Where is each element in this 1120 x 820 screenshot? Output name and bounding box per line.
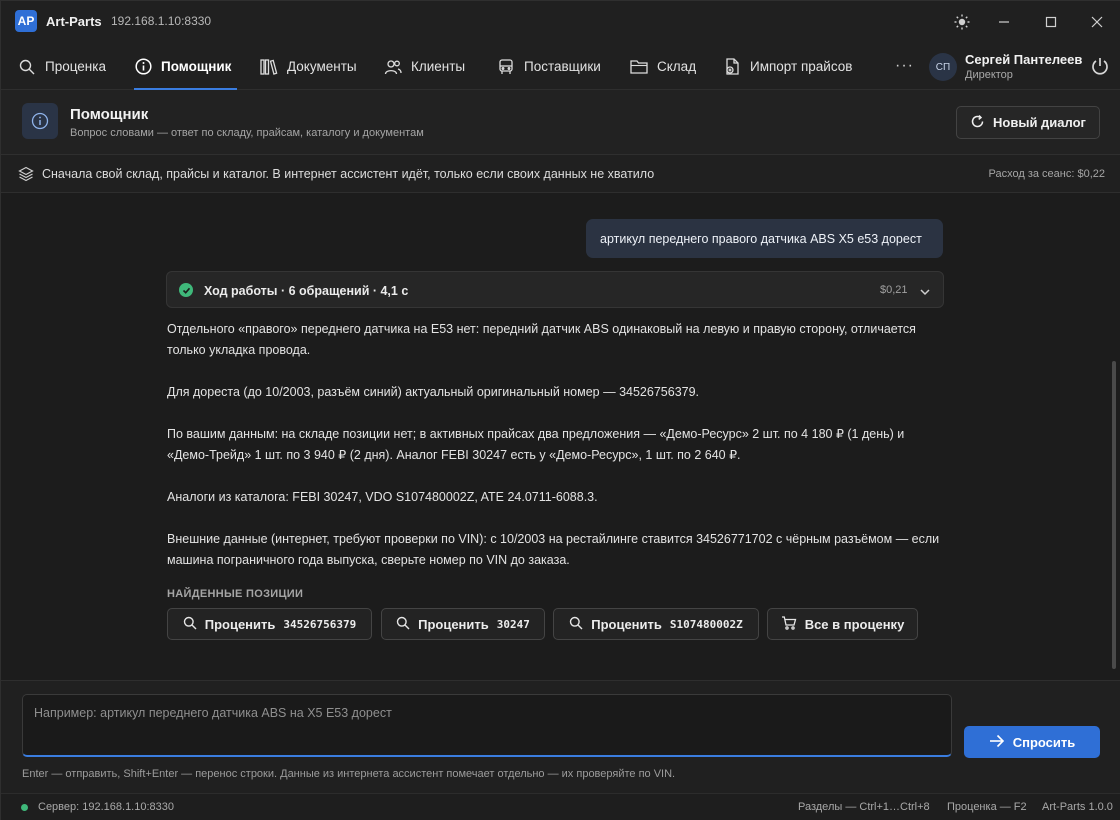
search-icon xyxy=(569,616,583,633)
nav-item-quote[interactable]: Проценка xyxy=(18,43,106,90)
nav-item-label: Поставщики xyxy=(524,59,601,74)
users-icon xyxy=(384,58,402,76)
info-icon xyxy=(22,103,58,139)
user-role: Директор xyxy=(965,69,1013,81)
quote-position-button[interactable]: Проценить S107480002Z xyxy=(553,608,759,640)
quote-position-button[interactable]: Проценить 30247 xyxy=(381,608,545,640)
nav-item-price-import[interactable]: Импорт прайсов xyxy=(723,43,852,90)
info-icon xyxy=(134,58,152,76)
quote-button-label: Проценить xyxy=(591,616,662,632)
nav-item-warehouse[interactable]: Склад xyxy=(630,43,696,90)
ask-button-label: Спросить xyxy=(1012,734,1076,750)
quote-button-label: Проценить xyxy=(418,616,489,632)
books-icon xyxy=(260,58,278,76)
power-icon[interactable] xyxy=(1090,56,1110,76)
app-logo: AP xyxy=(15,10,37,32)
app-host: 192.168.1.10:8330 xyxy=(111,14,212,28)
chevron-down-icon[interactable] xyxy=(919,286,931,298)
session-cost: Расход за сеанс: $0,22 xyxy=(988,168,1105,180)
theme-toggle-icon[interactable] xyxy=(951,11,973,33)
sections-shortcut-hint: Разделы — Ctrl+1…Ctrl+8 xyxy=(798,801,930,813)
file-import-icon xyxy=(723,58,741,76)
close-icon[interactable] xyxy=(1086,11,1108,33)
chat-scrollbar[interactable] xyxy=(1112,361,1116,669)
new-dialog-label: Новый диалог xyxy=(993,115,1086,130)
nav-item-clients[interactable]: Клиенты xyxy=(384,43,465,90)
nav-item-label: Помощник xyxy=(161,59,232,74)
user-name: Сергей Пантелеев xyxy=(965,52,1083,67)
search-icon xyxy=(183,616,197,633)
title-bar: AP Art-Parts 192.168.1.10:8330 xyxy=(1,1,1120,43)
search-icon xyxy=(18,58,36,76)
progress-label: Ход работы · 6 обращений · 4,1 с xyxy=(204,284,409,298)
nav-item-suppliers[interactable]: Поставщики xyxy=(497,43,601,90)
answer-paragraph: Отдельного «правого» переднего датчика н… xyxy=(167,322,916,357)
work-progress-panel[interactable]: Ход работы · 6 обращений · 4,1 с $0,21 xyxy=(166,271,944,308)
all-to-quote-label: Все в проценку xyxy=(804,616,905,632)
search-icon xyxy=(396,616,410,633)
truck-icon xyxy=(497,58,515,76)
quote-shortcut-hint: Проценка — F2 xyxy=(947,801,1027,813)
input-hint: Enter — отправить, Shift+Enter — перенос… xyxy=(22,768,676,780)
ask-button[interactable]: Спросить xyxy=(964,726,1100,758)
user-message: артикул переднего правого датчика ABS X5… xyxy=(586,219,943,258)
app-version: Art-Parts 1.0.0 xyxy=(1042,801,1113,813)
refresh-icon xyxy=(970,114,985,132)
progress-cost: $0,21 xyxy=(880,284,908,296)
all-to-quote-button[interactable]: Все в проценку xyxy=(767,608,918,640)
answer-paragraph: Аналоги из каталога: FEBI 30247, VDO S10… xyxy=(167,490,598,504)
nav-item-documents[interactable]: Документы xyxy=(260,43,357,90)
layers-icon xyxy=(18,166,34,182)
main-nav: Проценка Помощник Документы Клиенты Пост… xyxy=(1,43,1120,90)
maximize-icon[interactable] xyxy=(1040,11,1062,33)
nav-item-label: Проценка xyxy=(45,59,106,74)
page-subtitle: Вопрос словами — ответ по складу, прайса… xyxy=(70,127,424,139)
cart-icon xyxy=(781,615,797,633)
answer-paragraph: Для дореста (до 10/2003, разъём синий) а… xyxy=(167,385,700,399)
question-input[interactable] xyxy=(22,694,952,757)
avatar[interactable]: СП xyxy=(929,53,957,81)
nav-item-assistant[interactable]: Помощник xyxy=(134,43,237,90)
arrow-right-icon xyxy=(989,734,1005,751)
part-code: S107480002Z xyxy=(669,617,743,631)
part-code: 34526756379 xyxy=(283,617,357,631)
page-header: Помощник Вопрос словами — ответ по склад… xyxy=(1,90,1120,155)
nav-item-label: Клиенты xyxy=(411,59,466,74)
info-bar: Сначала свой склад, прайсы и каталог. В … xyxy=(1,155,1120,193)
page-title: Помощник xyxy=(70,106,149,123)
assistant-answer: Отдельного «правого» переднего датчика н… xyxy=(167,319,947,592)
status-bar: Сервер: 192.168.1.10:8330 Разделы — Ctrl… xyxy=(1,793,1120,820)
answer-paragraph: По вашим данным: на складе позиции нет; … xyxy=(167,427,905,462)
new-dialog-button[interactable]: Новый диалог xyxy=(956,106,1100,139)
nav-item-label: Склад xyxy=(657,59,697,74)
check-icon xyxy=(179,283,193,297)
nav-item-label: Документы xyxy=(287,59,357,74)
quote-button-label: Проценить xyxy=(204,616,276,632)
answer-paragraph: Внешние данные (интернет, требуют провер… xyxy=(167,532,940,567)
app-name: Art-Parts xyxy=(46,14,102,29)
folder-icon xyxy=(630,58,648,76)
part-code: 30247 xyxy=(496,617,530,631)
found-positions-label: НАЙДЕННЫЕ ПОЗИЦИИ xyxy=(167,588,304,600)
server-status-dot xyxy=(21,804,28,811)
minimize-icon[interactable] xyxy=(993,11,1015,33)
app-window: AP Art-Parts 192.168.1.10:8330 Проценка … xyxy=(0,0,1120,820)
server-address: Сервер: 192.168.1.10:8330 xyxy=(38,801,175,813)
quote-position-button[interactable]: Проценить 34526756379 xyxy=(167,608,372,640)
nav-item-label: Импорт прайсов xyxy=(750,59,853,74)
info-text: Сначала свой склад, прайсы и каталог. В … xyxy=(42,167,655,181)
chat-area[interactable]: артикул переднего правого датчика ABS X5… xyxy=(1,193,1120,680)
more-menu-button[interactable]: ··· xyxy=(895,57,914,75)
input-area: Спросить Enter — отправить, Shift+Enter … xyxy=(1,680,1120,793)
